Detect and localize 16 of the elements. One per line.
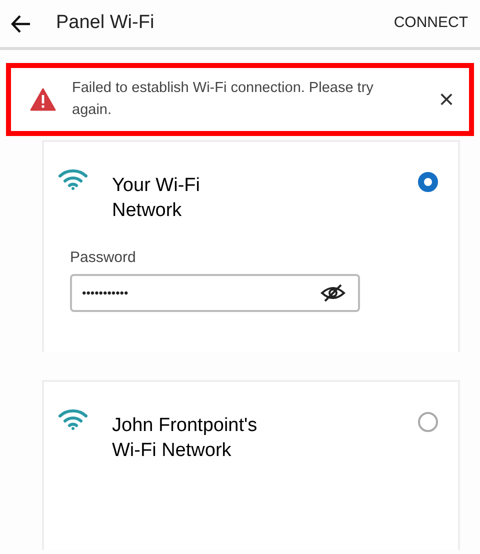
close-button[interactable]: × bbox=[438, 86, 454, 112]
wifi-icon bbox=[58, 168, 88, 190]
warning-icon bbox=[30, 88, 56, 111]
radio-button[interactable] bbox=[418, 412, 438, 432]
error-message: Failed to establish Wi-Fi connection. Please try again. bbox=[72, 79, 374, 120]
back-button[interactable] bbox=[10, 12, 32, 34]
radio-button[interactable] bbox=[418, 172, 438, 192]
page-title: Panel Wi-Fi bbox=[56, 11, 156, 36]
connect-button[interactable]: CONNECT bbox=[394, 12, 468, 35]
password-value: ••••••••••• bbox=[82, 284, 128, 302]
password-field[interactable]: ••••••••••• bbox=[70, 274, 360, 312]
network-name[interactable]: Your Wi-Fi Network bbox=[112, 174, 270, 224]
hidden-eye-icon[interactable] bbox=[320, 282, 346, 303]
wifi-icon bbox=[58, 408, 88, 430]
network-name[interactable]: John Frontpoint's Wi-Fi Network bbox=[112, 414, 270, 464]
password-label: Password bbox=[70, 248, 137, 268]
